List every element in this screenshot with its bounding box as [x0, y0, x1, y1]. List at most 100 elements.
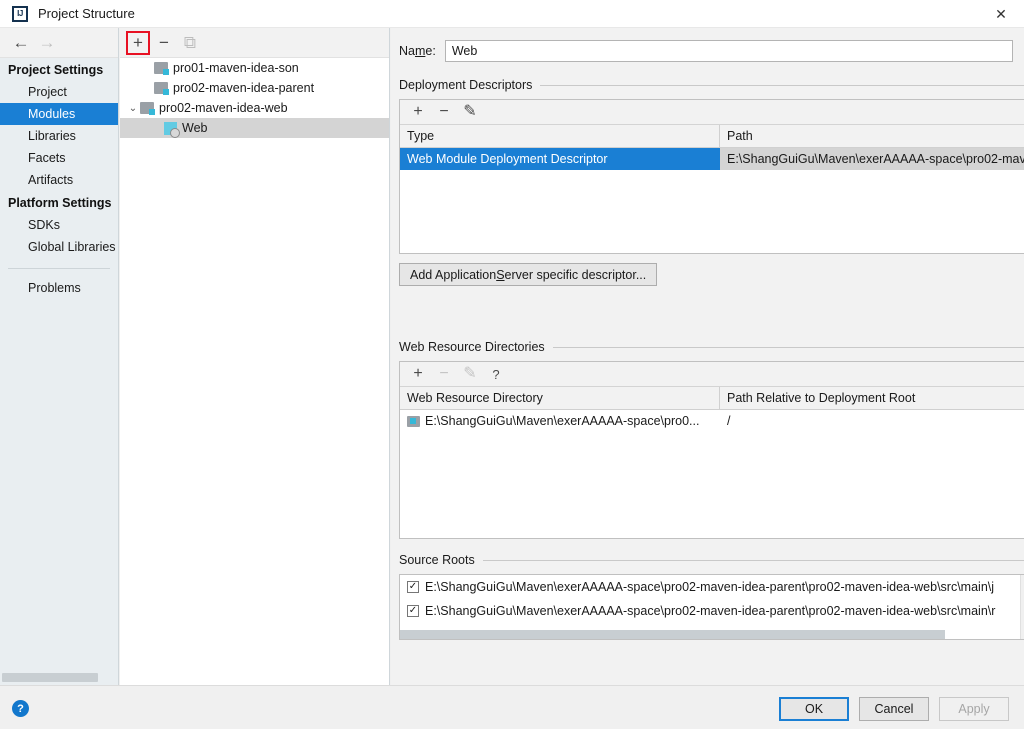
module-settings-panel: Name: Deployment Descriptors + − ✎ Type …	[391, 28, 1024, 685]
source-root-item[interactable]: ✓ E:\ShangGuiGu\Maven\exerAAAAA-space\pr…	[400, 575, 1024, 599]
section-rule	[552, 346, 1024, 348]
sidebar-item-project[interactable]: Project	[0, 81, 118, 103]
sidebar-item-facets[interactable]: Facets	[0, 147, 118, 169]
section-rule	[540, 84, 1024, 86]
source-root-path: E:\ShangGuiGu\Maven\exerAAAAA-space\pro0…	[425, 580, 995, 594]
table-row[interactable]: Web Module Deployment Descriptor E:\Shan…	[400, 148, 1024, 170]
descriptor-path-cell: E:\ShangGuiGu\Maven\exerAAAAA-space\pro0…	[720, 148, 1024, 170]
column-header-web-resource-directory[interactable]: Web Resource Directory	[400, 387, 720, 409]
tree-node-web-facet[interactable]: Web	[120, 118, 389, 138]
edit-descriptor-button[interactable]: ✎	[458, 101, 482, 123]
section-rule	[482, 559, 1024, 561]
deployment-descriptors-table: + − ✎ Type Path Web Module Deployment De…	[399, 99, 1024, 254]
source-roots-horizontal-scrollbar[interactable]	[400, 630, 945, 639]
web-resource-directory-cell: E:\ShangGuiGu\Maven\exerAAAAA-space\pro0…	[400, 410, 720, 432]
sidebar-item-modules[interactable]: Modules	[0, 103, 118, 125]
intellij-logo-icon: IJ	[12, 5, 28, 22]
copy-module-button[interactable]: ⧉	[178, 31, 202, 55]
tree-node-label: pro02-maven-idea-web	[159, 101, 288, 115]
sidebar-horizontal-scrollbar[interactable]	[2, 673, 98, 682]
cancel-button[interactable]: Cancel	[859, 697, 929, 721]
dialog-footer: ? OK Cancel Apply	[0, 685, 1024, 729]
sidebar-item-global-libraries[interactable]: Global Libraries	[0, 236, 118, 258]
sidebar-item-artifacts[interactable]: Artifacts	[0, 169, 118, 191]
web-resource-help-icon[interactable]: ?	[484, 363, 508, 385]
column-header-type[interactable]: Type	[400, 125, 720, 147]
remove-module-button[interactable]: −	[152, 31, 176, 55]
add-module-button[interactable]: +	[126, 30, 150, 55]
close-icon[interactable]: ✕	[978, 0, 1024, 28]
settings-sidebar: ← → Project Settings Project Modules Lib…	[0, 28, 119, 685]
help-icon[interactable]: ?	[12, 700, 29, 717]
column-header-path-relative[interactable]: Path Relative to Deployment Root	[720, 387, 1024, 409]
deployment-descriptors-toolbar: + − ✎	[400, 100, 1024, 125]
module-tree-panel: + − ⧉ pro01-maven-idea-son pro02-maven-i…	[120, 28, 390, 685]
deployment-descriptors-title: Deployment Descriptors	[399, 78, 533, 92]
tree-node-label: pro02-maven-idea-parent	[173, 81, 315, 95]
source-root-item[interactable]: ✓ E:\ShangGuiGu\Maven\exerAAAAA-space\pr…	[400, 599, 1024, 623]
forward-arrow-icon[interactable]: →	[34, 30, 60, 56]
sidebar-group-platform-settings: Platform Settings	[8, 196, 112, 210]
module-name-input[interactable]	[444, 40, 1013, 62]
edit-web-resource-button[interactable]: ✎	[458, 363, 482, 385]
source-root-path: E:\ShangGuiGu\Maven\exerAAAAA-space\pro0…	[425, 604, 996, 618]
add-descriptor-label-a: Add Application	[410, 267, 497, 282]
module-icon	[154, 82, 169, 95]
module-name-label: Name:	[399, 44, 436, 58]
name-label-part-a: Na	[399, 44, 415, 58]
source-root-checkbox[interactable]: ✓	[407, 605, 419, 617]
web-resource-directories-toolbar: + − ✎ ?	[400, 362, 1024, 387]
sidebar-item-problems[interactable]: Problems	[0, 277, 118, 299]
sidebar-item-sdks[interactable]: SDKs	[0, 214, 118, 236]
deployment-descriptors-section: Deployment Descriptors + − ✎ Type Path W…	[391, 78, 1024, 286]
source-roots-vertical-scrollbar[interactable]	[1020, 575, 1024, 639]
remove-descriptor-button[interactable]: −	[432, 101, 456, 123]
tree-node-label: Web	[182, 121, 208, 135]
window-title: Project Structure	[38, 6, 135, 21]
source-roots-title: Source Roots	[399, 553, 475, 567]
add-descriptor-button[interactable]: +	[406, 101, 430, 123]
tree-node-label: pro01-maven-idea-son	[173, 61, 299, 75]
ok-button[interactable]: OK	[779, 697, 849, 721]
source-roots-section: Source Roots ✓ E:\ShangGuiGu\Maven\exerA…	[391, 553, 1024, 640]
source-roots-list: ✓ E:\ShangGuiGu\Maven\exerAAAAA-space\pr…	[399, 574, 1024, 640]
tree-node-pro02-maven-idea-parent[interactable]: pro02-maven-idea-parent	[120, 78, 389, 98]
name-label-mnemonic: m	[414, 44, 426, 58]
web-resource-directories-section: Web Resource Directories + − ✎ ? Web Res…	[391, 340, 1024, 539]
column-header-path[interactable]: Path	[720, 125, 1024, 147]
module-name-row: Name:	[391, 28, 1024, 62]
module-icon	[154, 62, 169, 75]
web-resource-directories-title: Web Resource Directories	[399, 340, 545, 354]
add-descriptor-label-b: erver specific descriptor...	[504, 267, 647, 282]
name-label-part-b: e:	[425, 44, 436, 58]
title-bar: IJ Project Structure ✕	[0, 0, 1024, 28]
apply-button[interactable]: Apply	[939, 697, 1009, 721]
web-facet-icon	[164, 121, 180, 138]
sidebar-navigation-bar: ← →	[0, 28, 118, 58]
module-tree-toolbar: + − ⧉	[120, 28, 389, 58]
sidebar-divider	[8, 268, 110, 269]
tree-node-pro01-maven-idea-son[interactable]: pro01-maven-idea-son	[120, 58, 389, 78]
expand-chevron-icon[interactable]: ⌄	[126, 103, 140, 114]
descriptor-type-cell: Web Module Deployment Descriptor	[400, 148, 720, 170]
deployment-descriptors-title-row: Deployment Descriptors	[399, 78, 1024, 92]
add-descriptor-mnemonic: S	[496, 267, 505, 282]
add-application-server-descriptor-button[interactable]: Add Application Server specific descript…	[399, 263, 658, 286]
add-web-resource-button[interactable]: +	[406, 363, 430, 385]
source-roots-title-row: Source Roots	[399, 553, 1024, 567]
web-resource-directories-table: + − ✎ ? Web Resource Directory Path Rela…	[399, 361, 1024, 539]
table-row[interactable]: E:\ShangGuiGu\Maven\exerAAAAA-space\pro0…	[400, 410, 1024, 432]
deployment-descriptors-header-row: Type Path	[400, 125, 1024, 148]
back-arrow-icon[interactable]: ←	[8, 30, 34, 56]
remove-web-resource-button[interactable]: −	[432, 363, 456, 385]
sidebar-item-libraries[interactable]: Libraries	[0, 125, 118, 147]
web-resource-directory-text: E:\ShangGuiGu\Maven\exerAAAAA-space\pro0…	[425, 414, 700, 428]
sidebar-group-project-settings: Project Settings	[8, 63, 104, 77]
tree-node-pro02-maven-idea-web[interactable]: ⌄ pro02-maven-idea-web	[120, 98, 389, 118]
web-resource-directories-title-row: Web Resource Directories	[399, 340, 1024, 354]
web-resource-directories-header-row: Web Resource Directory Path Relative to …	[400, 387, 1024, 410]
source-root-checkbox[interactable]: ✓	[407, 581, 419, 593]
relative-path-cell: /	[727, 414, 731, 428]
module-icon	[140, 102, 155, 115]
folder-icon	[407, 415, 420, 427]
